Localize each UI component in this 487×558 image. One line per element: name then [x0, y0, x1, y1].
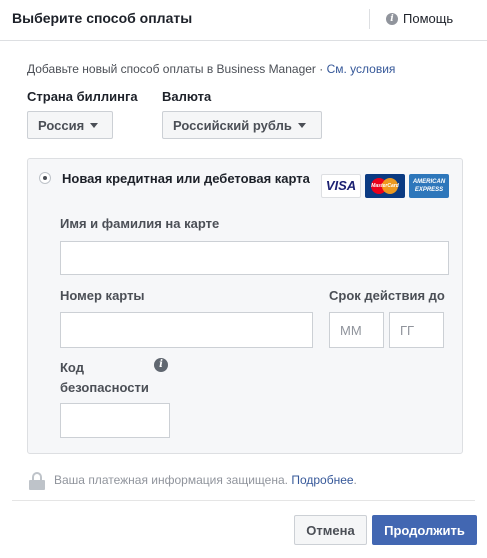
card-number-input[interactable]: [60, 312, 313, 348]
billing-country-label: Страна биллинга: [27, 89, 138, 104]
dialog-title: Выберите способ оплаты: [12, 10, 193, 26]
learn-more-link[interactable]: Подробнее: [291, 473, 353, 487]
help-label: Помощь: [403, 11, 454, 26]
cardholder-name-label: Имя и фамилия на карте: [60, 216, 220, 231]
amex-wordmark-bottom: EXPRESS: [414, 187, 444, 193]
expiry-label: Срок действия до: [329, 288, 445, 303]
caret-down-icon: [90, 123, 99, 128]
security-code-input[interactable]: [60, 403, 170, 438]
mastercard-logo-icon: MasterCard: [365, 174, 405, 198]
cardholder-name-input[interactable]: [60, 241, 449, 275]
amex-wordmark-top: AMERICAN: [412, 179, 446, 185]
intro-text: Добавьте новый способ оплаты в Business …: [27, 62, 395, 76]
security-suffix: .: [353, 473, 357, 487]
cancel-button[interactable]: Отмена: [294, 515, 367, 545]
security-code-info-icon[interactable]: i: [154, 358, 168, 372]
billing-country-value: Россия: [38, 117, 85, 133]
security-notice: Ваша платежная информация защищена. Подр…: [54, 473, 357, 487]
footer-divider: [12, 500, 475, 501]
billing-country-dropdown[interactable]: Россия: [27, 111, 113, 139]
expiry-month-input[interactable]: [329, 312, 384, 348]
mastercard-wordmark: MasterCard: [371, 183, 399, 189]
currency-label: Валюта: [162, 89, 212, 104]
security-code-label: Код безопасности: [60, 360, 149, 395]
card-number-label: Номер карты: [60, 288, 145, 303]
amex-logo-icon: AMERICAN EXPRESS: [409, 174, 449, 198]
info-icon: i: [386, 12, 398, 25]
card-option-radio[interactable]: [39, 172, 51, 184]
caret-down-icon: [297, 123, 306, 128]
terms-link[interactable]: См. условия: [327, 62, 396, 76]
expiry-year-input[interactable]: [389, 312, 444, 348]
currency-value: Российский рубль: [173, 117, 292, 133]
visa-logo-icon: VISA: [321, 174, 361, 198]
intro-description: Добавьте новый способ оплаты в Business …: [27, 62, 327, 76]
currency-dropdown[interactable]: Российский рубль: [162, 111, 322, 139]
help-link[interactable]: i Помощь: [386, 11, 453, 26]
continue-button[interactable]: Продолжить: [372, 515, 477, 545]
security-text: Ваша платежная информация защищена.: [54, 473, 292, 487]
lock-icon: [29, 472, 45, 490]
card-option-label[interactable]: Новая кредитная или дебетовая карта: [62, 171, 310, 186]
header-divider: [369, 9, 370, 29]
